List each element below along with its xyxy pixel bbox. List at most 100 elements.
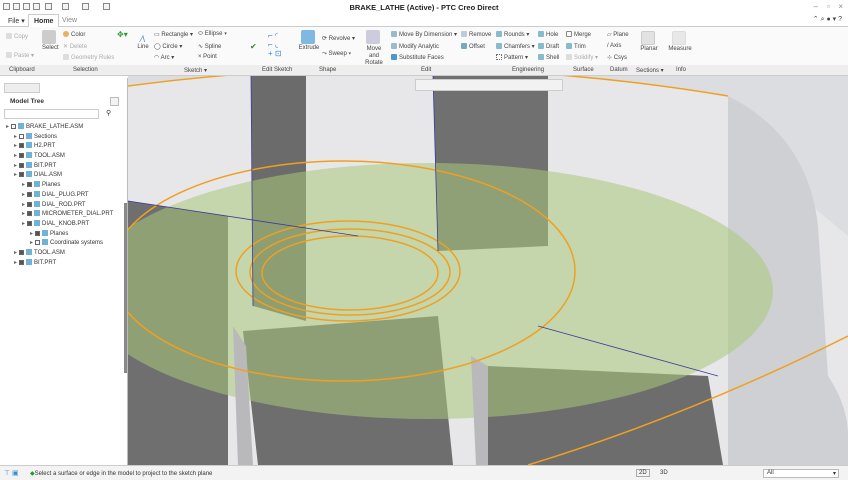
- plane-button[interactable]: ▱ Plane: [607, 31, 629, 38]
- tree-item[interactable]: ▸ BIT.PRT: [6, 258, 126, 269]
- checkbox[interactable]: [27, 182, 33, 188]
- navigator-tabs[interactable]: [4, 83, 40, 93]
- expand-icon[interactable]: ▸: [6, 124, 9, 130]
- point-button[interactable]: × Point: [198, 54, 217, 60]
- checkbox[interactable]: [11, 124, 17, 129]
- expand-icon[interactable]: ▸: [22, 202, 25, 208]
- checkbox[interactable]: [19, 153, 25, 159]
- checkbox[interactable]: [35, 240, 41, 246]
- line-button[interactable]: ⁄\ Line: [136, 34, 150, 50]
- tree-item[interactable]: ▸ DIAL.ASM: [6, 171, 126, 181]
- tree-item[interactable]: ▸ BIT.PRT: [6, 161, 126, 172]
- modify-analytic-button[interactable]: Modify Analytic: [391, 43, 439, 50]
- substitute-faces-button[interactable]: Substitute Faces: [391, 54, 444, 61]
- solidify-button[interactable]: Solidify ▾: [566, 54, 598, 61]
- tree-item[interactable]: ▸ TOOL.ASM: [6, 152, 126, 162]
- expand-icon[interactable]: ▸: [14, 153, 17, 159]
- edit-sketch-icons[interactable]: ⌐ ◜ ⌐ ◟ + ⊡: [268, 31, 282, 58]
- draft-button[interactable]: Draft: [538, 43, 559, 50]
- rounds-button[interactable]: Rounds ▾: [496, 31, 529, 38]
- tree-item[interactable]: ▸ H2.PRT: [6, 142, 126, 152]
- view-toolbar[interactable]: [415, 79, 563, 91]
- ellipse-button[interactable]: ⬭ Ellipse ▾: [198, 31, 227, 38]
- tab-home[interactable]: Home: [28, 14, 60, 27]
- tree-item[interactable]: ▸ Coordinate systems: [6, 239, 126, 249]
- axis-button[interactable]: / Axis: [607, 43, 621, 49]
- checkbox[interactable]: [27, 211, 33, 217]
- tree-item[interactable]: ▸ MICROMETER_DIAL.PRT: [6, 210, 126, 220]
- measure-button[interactable]: Measure: [668, 31, 692, 52]
- paste-button[interactable]: Paste ▾: [6, 52, 34, 59]
- checkmark-icon[interactable]: ✔: [250, 42, 257, 51]
- csys-button[interactable]: ⊹ Csys: [607, 54, 627, 61]
- move-rotate-button[interactable]: Move and Rotate: [361, 30, 387, 67]
- tree-item[interactable]: ▸ DIAL_ROD.PRT: [6, 200, 126, 211]
- help-icons[interactable]: ⌃ ⌕ ● ▾ ?: [813, 15, 842, 24]
- spline-button[interactable]: ∿ Spline: [198, 43, 221, 50]
- circle-button[interactable]: ◯ Circle ▾: [154, 43, 182, 50]
- expand-icon[interactable]: ▸: [30, 231, 33, 237]
- expand-icon[interactable]: ▸: [14, 143, 17, 149]
- rectangle-button[interactable]: ▭ Rectangle ▾: [154, 31, 193, 38]
- color-button[interactable]: Color: [63, 31, 85, 38]
- tree-scrollbar[interactable]: [124, 203, 127, 373]
- checkbox[interactable]: [27, 191, 33, 197]
- expand-icon[interactable]: ▸: [30, 240, 33, 246]
- expand-icon[interactable]: ▸: [14, 134, 17, 140]
- checkbox[interactable]: [27, 201, 33, 207]
- filter-icon[interactable]: ✥▾: [117, 30, 128, 39]
- expand-icon[interactable]: ▸: [22, 182, 25, 188]
- trim-button[interactable]: Trim: [566, 43, 586, 50]
- mode-2d-button[interactable]: 2D: [636, 469, 650, 477]
- tab-view[interactable]: View: [57, 14, 82, 27]
- geometry-rules-button[interactable]: Geometry Rules: [63, 54, 114, 61]
- tree-settings-icon[interactable]: [110, 97, 119, 106]
- checkbox[interactable]: [19, 249, 25, 255]
- expand-icon[interactable]: ▸: [14, 163, 17, 169]
- group-sketch[interactable]: Sketch ▾: [184, 67, 207, 74]
- move-by-dimension-button[interactable]: Move By Dimension ▾: [391, 31, 457, 38]
- minimize-button[interactable]: –: [814, 2, 818, 11]
- merge-button[interactable]: Merge: [566, 31, 591, 38]
- checkbox[interactable]: [19, 172, 25, 178]
- hole-button[interactable]: Hole: [538, 31, 558, 38]
- group-sections[interactable]: Sections ▾: [636, 67, 664, 74]
- pattern-button[interactable]: Pattern ▾: [496, 54, 528, 61]
- expand-icon[interactable]: ▸: [14, 172, 17, 178]
- graphics-viewport[interactable]: [128, 76, 848, 465]
- expand-icon[interactable]: ▸: [14, 250, 17, 256]
- maximize-button[interactable]: ▫: [827, 2, 830, 11]
- model-graphics[interactable]: [128, 76, 848, 465]
- tab-file[interactable]: File ▾: [3, 14, 30, 27]
- filter-select[interactable]: All ▾: [763, 469, 839, 478]
- expand-icon[interactable]: ▸: [22, 221, 25, 227]
- sweep-button[interactable]: ⤳ Sweep ▾: [322, 51, 351, 58]
- expand-icon[interactable]: ▸: [22, 211, 25, 217]
- find-icon[interactable]: ⚲: [106, 109, 111, 117]
- checkbox[interactable]: [19, 133, 25, 139]
- checkbox[interactable]: [35, 230, 41, 236]
- remove-button[interactable]: Remove: [461, 31, 491, 38]
- checkbox[interactable]: [27, 220, 33, 226]
- expand-icon[interactable]: ▸: [14, 260, 17, 266]
- revolve-button[interactable]: ⟳ Revolve ▾: [322, 35, 355, 42]
- tree-item[interactable]: ▸ TOOL.ASM: [6, 248, 126, 259]
- expand-icon[interactable]: ▸: [22, 192, 25, 198]
- tree-item[interactable]: ▸ DIAL_PLUG.PRT: [6, 190, 126, 201]
- tree-item[interactable]: ▸ Sections: [6, 132, 126, 143]
- status-icons[interactable]: ⊤ ▣: [4, 469, 19, 477]
- checkbox[interactable]: [19, 259, 25, 265]
- tree-item[interactable]: ▸ Planes: [6, 181, 126, 191]
- arc-button[interactable]: ◠ Arc ▾: [154, 54, 174, 61]
- mode-3d-button[interactable]: 3D: [660, 470, 668, 476]
- tree-item[interactable]: ▸ Planes: [6, 229, 126, 240]
- close-button[interactable]: ×: [838, 2, 843, 11]
- extrude-button[interactable]: Extrude: [298, 30, 320, 51]
- tree-item[interactable]: ▸ BRAKE_LATHE.ASM: [6, 123, 126, 133]
- checkbox[interactable]: [19, 162, 25, 168]
- delete-button[interactable]: ✕ Delete: [63, 43, 87, 50]
- shell-button[interactable]: Shell: [538, 54, 559, 61]
- checkbox[interactable]: [19, 143, 25, 149]
- tree-item[interactable]: ▸ DIAL_KNOB.PRT: [6, 219, 126, 230]
- chamfers-button[interactable]: Chamfers ▾: [496, 43, 535, 50]
